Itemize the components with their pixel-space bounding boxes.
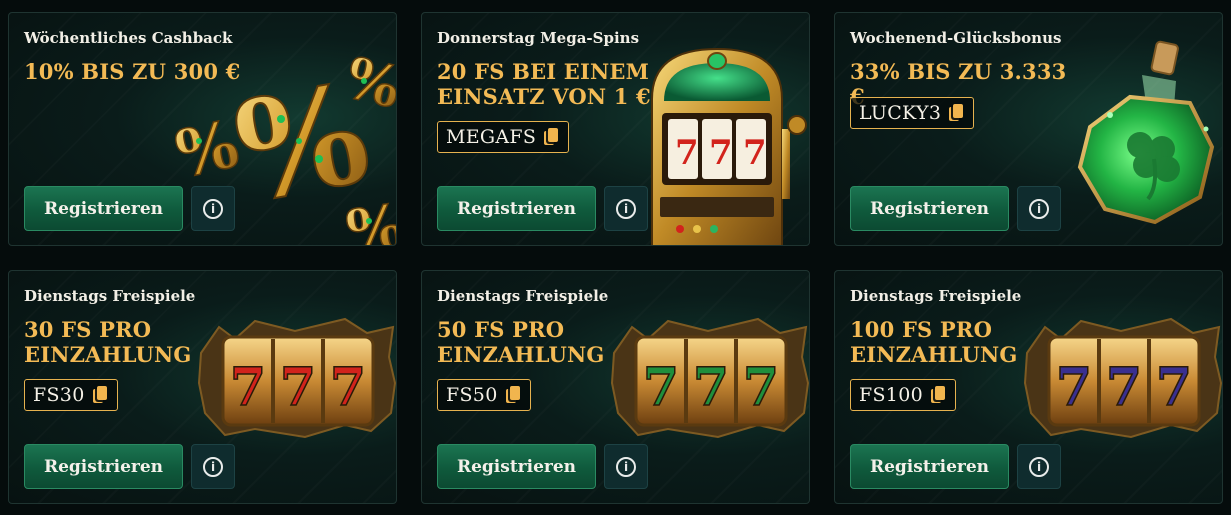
register-button[interactable]: Registrieren (24, 186, 183, 231)
promo-card-free-spins-50: Dienstags Freispiele 50 FS PRO EINZAHLUN… (421, 270, 810, 504)
promo-card-lucky-bonus: Wochenend-Glücksbonus 33% BIS ZU 3.333 €… (834, 12, 1223, 246)
promo-card-free-spins-30: Dienstags Freispiele 30 FS PRO EINZAHLUN… (8, 270, 397, 504)
promo-title: Dienstags Freispiele (437, 287, 609, 305)
copy-icon[interactable] (949, 104, 964, 122)
promo-title: Donnerstag Mega-Spins (437, 29, 640, 47)
promo-code-box[interactable]: FS30 (24, 379, 118, 411)
info-button[interactable]: i (604, 444, 648, 489)
reel-seven: 7 (1156, 357, 1192, 418)
info-button[interactable]: i (604, 186, 648, 231)
promo-title: Dienstags Freispiele (850, 287, 1022, 305)
register-button[interactable]: Registrieren (850, 186, 1009, 231)
register-button[interactable]: Registrieren (850, 444, 1009, 489)
copy-icon[interactable] (505, 386, 521, 404)
promo-offer: 30 FS PRO EINZAHLUNG (24, 317, 192, 367)
promo-title: Wöchentliches Cashback (24, 29, 233, 47)
promo-code-box[interactable]: LUCKY3 (850, 97, 975, 129)
info-button[interactable]: i (191, 186, 235, 231)
promo-code-box[interactable]: FS50 (437, 379, 531, 411)
promo-offer: 10% BIS ZU 300 € (24, 59, 241, 84)
info-icon: i (616, 198, 636, 219)
promo-code: LUCKY3 (859, 102, 942, 124)
reel-seven: 7 (743, 357, 779, 418)
register-button[interactable]: Registrieren (437, 186, 596, 231)
copy-icon[interactable] (544, 128, 559, 146)
info-icon: i (1029, 456, 1049, 477)
promo-code-box[interactable]: MEGAFS (437, 121, 570, 153)
reel-seven: 7 (675, 133, 699, 173)
promo-offer: 50 FS PRO EINZAHLUNG (437, 317, 605, 367)
reel-seven: 7 (330, 357, 366, 418)
info-icon: i (203, 456, 223, 477)
promo-code: MEGAFS (446, 126, 537, 148)
register-button[interactable]: Registrieren (24, 444, 183, 489)
promo-title: Wochenend-Glücksbonus (850, 29, 1062, 47)
promo-offer: 100 FS PRO EINZAHLUNG (850, 317, 1018, 367)
info-button[interactable]: i (191, 444, 235, 489)
promo-code-box[interactable]: FS100 (850, 379, 956, 411)
promo-title: Dienstags Freispiele (24, 287, 196, 305)
promo-card-cashback: Wöchentliches Cashback 10% BIS ZU 300 € … (8, 12, 397, 246)
info-button[interactable]: i (1017, 444, 1061, 489)
copy-icon[interactable] (92, 386, 108, 404)
copy-icon[interactable] (930, 386, 946, 404)
reel-seven: 7 (709, 133, 733, 173)
promo-code: FS100 (859, 384, 923, 406)
info-icon: i (1029, 198, 1049, 219)
promo-offer: 20 FS BEI EINEM EINSATZ VON 1 € (437, 59, 651, 109)
promo-card-free-spins-100: Dienstags Freispiele 100 FS PRO EINZAHLU… (834, 270, 1223, 504)
reel-seven: 7 (743, 133, 767, 173)
reel-seven: 7 (1106, 357, 1142, 418)
reel-seven: 7 (693, 357, 729, 418)
promo-code: FS50 (446, 384, 498, 406)
info-button[interactable]: i (1017, 186, 1061, 231)
promo-card-mega-spins: Donnerstag Mega-Spins 20 FS BEI EINEM EI… (421, 12, 810, 246)
reel-seven: 7 (280, 357, 316, 418)
promo-code: FS30 (33, 384, 85, 406)
promotions-grid: Wöchentliches Cashback 10% BIS ZU 300 € … (0, 0, 1231, 515)
info-icon: i (203, 198, 223, 219)
register-button[interactable]: Registrieren (437, 444, 596, 489)
info-icon: i (616, 456, 636, 477)
